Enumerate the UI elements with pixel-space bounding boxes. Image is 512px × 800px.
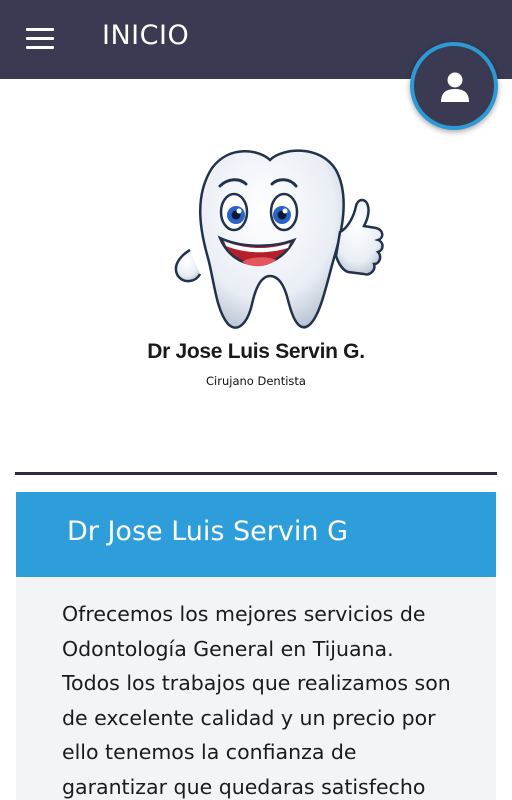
card-header: Dr Jose Luis Servin G [16, 492, 496, 577]
card-text-line: Todos los trabajos que realizamos son [62, 671, 451, 695]
section-divider [15, 472, 497, 475]
hamburger-menu-icon[interactable] [26, 28, 54, 52]
card-description: Ofrecemos los mejores servicios de Odont… [62, 597, 466, 800]
tooth-mascot-image [174, 149, 384, 329]
card-text-line: Odontología General en Tijuana. [62, 636, 394, 661]
page-title: INICIO [102, 20, 190, 51]
profile-button[interactable] [410, 42, 498, 130]
clinic-logo-name: Dr Jose Luis Servin G. [147, 340, 365, 363]
user-icon [441, 72, 469, 102]
card-text-line: ello tenemos la confianza de [62, 740, 357, 764]
card-text-line: de excelente calidad y un precio por [62, 705, 436, 730]
card-text-line: garantizar que quedaras satisfecho [62, 774, 426, 799]
card-title: Dr Jose Luis Servin G [67, 516, 348, 547]
clinic-logo-subtitle: Cirujano Dentista [206, 374, 306, 388]
card-text-line: Ofrecemos los mejores servicios de [62, 602, 426, 626]
card-body: Ofrecemos los mejores servicios de Odont… [16, 577, 496, 800]
